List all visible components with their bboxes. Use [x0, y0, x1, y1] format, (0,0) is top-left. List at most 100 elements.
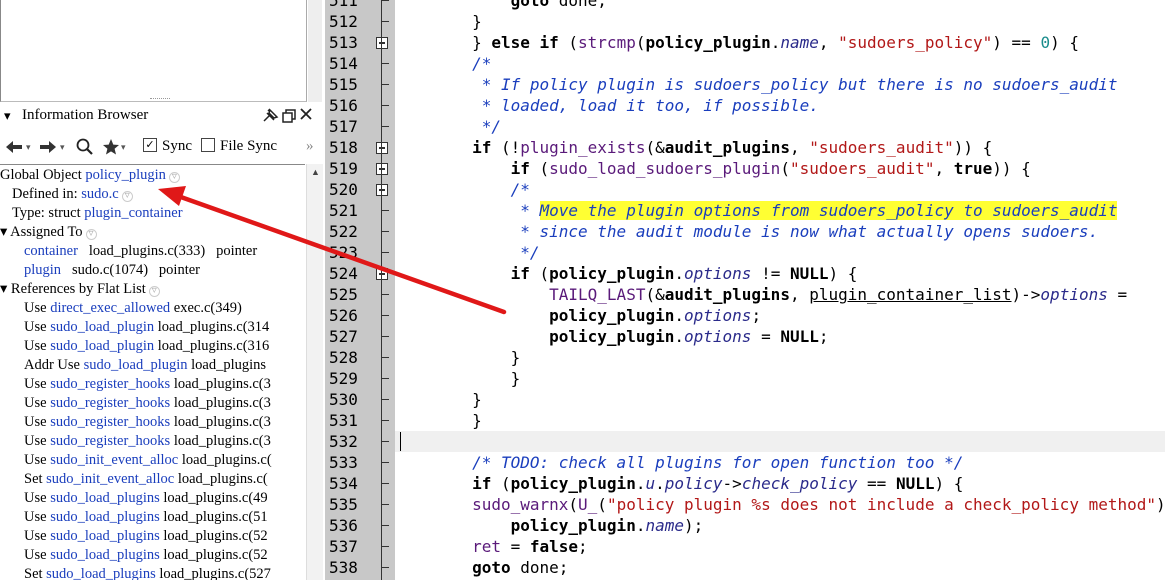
code-line[interactable]: */ [395, 242, 1165, 263]
code-line[interactable]: * If policy plugin is sudoers_policy but… [395, 74, 1165, 95]
code-line[interactable] [395, 431, 1165, 452]
tree-row-link[interactable]: sudo_register_hooks [50, 414, 170, 430]
code-line[interactable]: } [395, 389, 1165, 410]
close-icon[interactable] [298, 106, 314, 127]
tree-row[interactable]: Use sudo_load_plugin load_plugins.c(314 [0, 318, 323, 337]
expand-toggle-icon[interactable]: ▿ [85, 229, 97, 240]
code-line[interactable]: /* TODO: check all plugins for open func… [395, 452, 1165, 473]
tree-row[interactable]: Use direct_exec_allowed exec.c(349) [0, 299, 323, 318]
code-line[interactable]: if (policy_plugin.options != NULL) { [395, 263, 1165, 284]
tree-row[interactable]: Defined in: sudo.c ▿ [0, 185, 317, 204]
tree-row[interactable]: Use sudo_load_plugins load_plugins.c(51 [0, 508, 323, 527]
tree-row-detail: load_plugins.c(52 [159, 547, 268, 563]
code-line[interactable]: } [395, 11, 1165, 32]
tree-row[interactable]: Use sudo_register_hooks load_plugins.c(3 [0, 413, 323, 432]
tree-row-link[interactable]: sudo_register_hooks [50, 433, 170, 449]
tree-row-link[interactable]: sudo_load_plugins [50, 547, 160, 563]
star-icon[interactable] [102, 138, 120, 161]
code-line[interactable]: /* [395, 53, 1165, 74]
tree-row[interactable]: Addr Use sudo_load_plugin load_plugins [0, 356, 323, 375]
tree-row[interactable]: ▾ References by Flat List ▿ [0, 280, 305, 299]
tree-row[interactable]: Use sudo_load_plugins load_plugins.c(49 [0, 489, 323, 508]
tree-row-link[interactable]: sudo_load_plugin [50, 338, 154, 354]
code-line[interactable]: if (!plugin_exists(&audit_plugins, "sudo… [395, 137, 1165, 158]
tree-row[interactable]: plugin sudo.c(1074) pointer [0, 261, 323, 280]
tree-row[interactable]: Global Object policy_plugin ▿ [0, 166, 305, 185]
fold-toggle-icon[interactable] [376, 37, 388, 49]
tree-row[interactable]: container load_plugins.c(333) pointer [0, 242, 323, 261]
code-line[interactable]: /* [395, 179, 1165, 200]
code-line[interactable]: * Move the plugin options from sudoers_p… [395, 200, 1165, 221]
tree-row[interactable]: Use sudo_init_event_alloc load_plugins.c… [0, 451, 323, 470]
code-line[interactable]: policy_plugin.name); [395, 515, 1165, 536]
code-line[interactable]: policy_plugin.options; [395, 305, 1165, 326]
fold-toggle-icon[interactable] [376, 268, 388, 280]
code-line[interactable]: policy_plugin.options = NULL; [395, 326, 1165, 347]
tree-row[interactable]: Type: struct plugin_container [0, 204, 317, 223]
code-line[interactable]: */ [395, 116, 1165, 137]
code-line[interactable]: * loaded, load it too, if possible. [395, 95, 1165, 116]
tree-scrollbar[interactable]: ▲ [306, 164, 323, 580]
code-line[interactable]: * since the audit module is now what act… [395, 221, 1165, 242]
tree-row[interactable]: Use sudo_register_hooks load_plugins.c(3 [0, 432, 323, 451]
code-line[interactable]: if (sudo_load_sudoers_plugin("sudoers_au… [395, 158, 1165, 179]
code-line[interactable]: sudo_warnx(U_("policy plugin %s does not… [395, 494, 1165, 515]
tree-row[interactable]: Use sudo_load_plugins load_plugins.c(52 [0, 546, 323, 565]
code-line[interactable]: TAILQ_LAST(&audit_plugins, plugin_contai… [395, 284, 1165, 305]
restore-icon[interactable] [281, 108, 297, 129]
upper-panel-content[interactable] [0, 0, 307, 102]
fold-toggle-icon[interactable] [376, 184, 388, 196]
search-icon[interactable] [75, 138, 95, 161]
tree-row-link[interactable]: sudo_load_plugins [50, 528, 160, 544]
code-line[interactable]: if (policy_plugin.u.policy->check_policy… [395, 473, 1165, 494]
expand-toggle-icon[interactable]: ▿ [168, 172, 180, 183]
pin-icon[interactable] [262, 107, 280, 128]
tree-row-link[interactable]: sudo_load_plugins [50, 509, 160, 525]
tree-row[interactable]: Set sudo_init_event_alloc load_plugins.c… [0, 470, 323, 489]
left-pane: ▾ Information Browser ▾ ▾ ▾ ✓ Sync File … [0, 0, 323, 580]
back-arrow-icon[interactable] [4, 138, 24, 161]
toolbar-overflow-icon[interactable]: » [306, 138, 314, 155]
tree-row[interactable]: Use sudo_load_plugins load_plugins.c(52 [0, 527, 323, 546]
bookmark-dropdown-icon[interactable]: ▾ [121, 142, 126, 153]
forward-history-dropdown-icon[interactable]: ▾ [60, 142, 65, 153]
back-history-dropdown-icon[interactable]: ▾ [26, 142, 31, 153]
code-line[interactable]: ret = false; [395, 536, 1165, 557]
tree-row-link[interactable]: sudo_load_plugin [84, 357, 188, 373]
tree-row[interactable]: ▾ Assigned To ▿ [0, 223, 305, 242]
tree-row-link[interactable]: sudo_load_plugins [50, 490, 160, 506]
code-editor[interactable]: goto done; } } else if (strcmp(policy_pl… [395, 0, 1165, 580]
expand-toggle-icon[interactable]: ▿ [121, 191, 133, 202]
tree-row-link[interactable]: policy_plugin [85, 167, 166, 183]
tree-row-link[interactable]: sudo_load_plugins [46, 566, 156, 580]
tree-row-link[interactable]: plugin [24, 262, 61, 278]
code-line[interactable]: } else if (strcmp(policy_plugin.name, "s… [395, 32, 1165, 53]
forward-arrow-icon[interactable] [38, 138, 58, 161]
tree-row-link[interactable]: sudo_load_plugin [50, 319, 154, 335]
tree-row-link[interactable]: sudo_register_hooks [50, 395, 170, 411]
tree-row[interactable]: Use sudo_load_plugin load_plugins.c(316 [0, 337, 323, 356]
code-line[interactable]: } [395, 347, 1165, 368]
tree-row-link[interactable]: sudo.c [81, 186, 118, 202]
tree-row-link[interactable]: direct_exec_allowed [50, 300, 170, 316]
upper-panel-scrollbar[interactable] [308, 0, 322, 102]
tree-row-link[interactable]: sudo_init_event_alloc [50, 452, 178, 468]
collapse-chevron-icon[interactable]: ▾ [4, 108, 11, 124]
expand-toggle-icon[interactable]: ▿ [148, 286, 160, 297]
scroll-up-icon[interactable]: ▲ [311, 167, 320, 177]
tree-row[interactable]: Use sudo_register_hooks load_plugins.c(3 [0, 394, 323, 413]
tree-row-link[interactable]: plugin_container [84, 205, 182, 221]
code-line[interactable]: } [395, 410, 1165, 431]
tree-row-link[interactable]: sudo_init_event_alloc [46, 471, 174, 487]
code-line[interactable]: goto done; [395, 557, 1165, 578]
tree-row-link[interactable]: container [24, 243, 78, 259]
code-line[interactable]: goto done; [395, 0, 1165, 11]
code-line[interactable]: } [395, 368, 1165, 389]
tree-row[interactable]: Use sudo_register_hooks load_plugins.c(3 [0, 375, 323, 394]
fold-toggle-icon[interactable] [376, 142, 388, 154]
tree-row-link[interactable]: sudo_register_hooks [50, 376, 170, 392]
tree-row[interactable]: Set sudo_load_plugins load_plugins.c(527 [0, 565, 323, 580]
splitter-grip[interactable] [150, 98, 170, 101]
fold-toggle-icon[interactable] [376, 163, 388, 175]
